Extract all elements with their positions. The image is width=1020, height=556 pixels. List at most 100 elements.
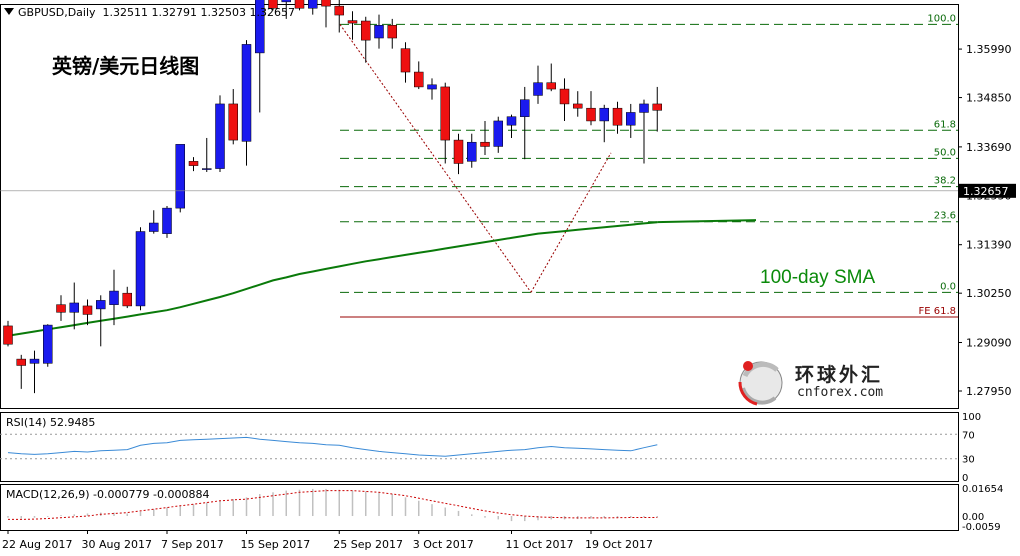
candle-body [69, 302, 79, 313]
macd-histogram-bar [391, 493, 393, 517]
candle-body [109, 290, 119, 305]
sma-annotation: 100-day SMA [760, 267, 876, 288]
candle-body [294, 0, 305, 9]
macd-histogram-bar [524, 516, 526, 522]
x-tick-label: 22 Aug 2017 [2, 538, 72, 551]
candle-body [16, 358, 26, 366]
price-tick-label: 1.30250 [966, 287, 1012, 300]
rsi-header: RSI(14) 52.9485 [6, 416, 96, 429]
candle-body [612, 107, 623, 126]
candle-body [162, 207, 172, 234]
sma-label-leader [657, 219, 757, 224]
rsi-tick-label: 70 [962, 430, 975, 441]
candle-body [3, 325, 13, 345]
price-tick-label: 1.33690 [966, 141, 1012, 154]
x-tick-label: 25 Sep 2017 [333, 538, 403, 551]
candle-body [43, 324, 53, 364]
macd-histogram-bar [245, 497, 248, 517]
sma-100-line [7, 221, 658, 337]
candle-body [334, 5, 344, 16]
candle-body [202, 168, 212, 170]
candle-body [546, 82, 556, 90]
macd-tick-label: 0.01654 [962, 484, 1003, 495]
candle-body [559, 88, 570, 105]
macd-histogram-bar [418, 500, 420, 517]
candle-body [533, 82, 543, 96]
candle-body [122, 292, 132, 307]
rsi-panel-frame [0, 412, 959, 482]
candle-body [520, 99, 530, 117]
rsi-tick-label: 30 [962, 455, 975, 466]
x-tick-label: 7 Sep 2017 [161, 538, 224, 551]
macd-histogram-bar [60, 515, 62, 517]
candle-body [626, 112, 636, 126]
candle-body [387, 25, 397, 39]
x-tick-label: 19 Oct 2017 [585, 538, 653, 551]
macd-histogram-bar [7, 516, 9, 518]
candle-body [427, 84, 437, 90]
macd-histogram-bar [484, 516, 486, 518]
fib-level-label: 0.0 [940, 281, 956, 292]
macd-histogram-bar [179, 505, 181, 517]
candle-body [347, 20, 358, 24]
chart-title: 英镑/美元日线图 [52, 54, 200, 78]
candle-body [56, 304, 66, 313]
candle-body [440, 86, 450, 141]
symbol-label: GBPUSD,Daily [18, 6, 96, 19]
macd-histogram-bar [206, 502, 208, 517]
x-tick-label: 3 Oct 2017 [413, 538, 474, 551]
candle-body [467, 141, 477, 162]
globe-logo-icon [738, 361, 783, 406]
candle-body [414, 71, 424, 88]
x-tick-label: 15 Sep 2017 [241, 538, 311, 551]
candle-body [228, 103, 238, 141]
rsi-tick-label: 0 [962, 473, 968, 484]
candle-body [149, 222, 159, 232]
candle-body [453, 139, 464, 164]
fib-level-label: 38.2 [934, 176, 956, 187]
macd-histogram-bar [457, 510, 460, 517]
candle-body [215, 103, 225, 169]
watermark-title: 环球外汇 [795, 364, 884, 386]
macd-histogram-bar [431, 504, 433, 517]
menu-triangle-icon[interactable] [4, 8, 14, 15]
macd-histogram-bar [192, 504, 195, 517]
candle-body [29, 358, 40, 364]
candle-body [586, 107, 596, 122]
candle-body [96, 300, 106, 310]
macd-histogram-bar [471, 514, 473, 517]
macd-histogram-bar [550, 516, 552, 520]
candle-body [599, 107, 609, 122]
macd-histogram-bar [338, 489, 340, 517]
candle-body [493, 120, 503, 147]
candle-body [321, 0, 331, 7]
macd-histogram-bar [404, 497, 407, 517]
price-tick-label: 1.35990 [966, 43, 1012, 56]
candle-body [135, 231, 146, 307]
macd-histogram-bar [378, 492, 380, 517]
macd-histogram-bar [139, 511, 142, 517]
fib-level-label: 100.0 [927, 13, 956, 24]
macd-tick-label: -0.0059 [962, 522, 1001, 533]
candle-body [374, 25, 384, 39]
macd-histogram-bar [73, 514, 75, 517]
rsi-tick-label: 100 [962, 412, 981, 423]
candle-body [573, 103, 583, 109]
macd-histogram-bar [365, 491, 367, 517]
macd-histogram-bar [444, 507, 446, 517]
macd-header: MACD(12,26,9) -0.000779 -0.000884 [6, 488, 210, 501]
candle-body [652, 103, 662, 111]
macd-histogram-bar [351, 490, 354, 517]
candle-body [241, 44, 252, 142]
candle-body [281, 0, 291, 3]
macd-histogram-bar [33, 516, 36, 518]
fib-level-label: 50.0 [934, 147, 956, 158]
macd-histogram-bar [126, 513, 128, 517]
macd-histogram-bar [590, 516, 592, 519]
candle-body [480, 141, 490, 147]
macd-histogram-bar [219, 500, 221, 517]
fe-level-label: FE 61.8 [918, 306, 956, 317]
price-tick-label: 1.29090 [966, 337, 1012, 350]
candle-body [82, 305, 93, 315]
fib-level-label: 61.8 [934, 119, 956, 130]
